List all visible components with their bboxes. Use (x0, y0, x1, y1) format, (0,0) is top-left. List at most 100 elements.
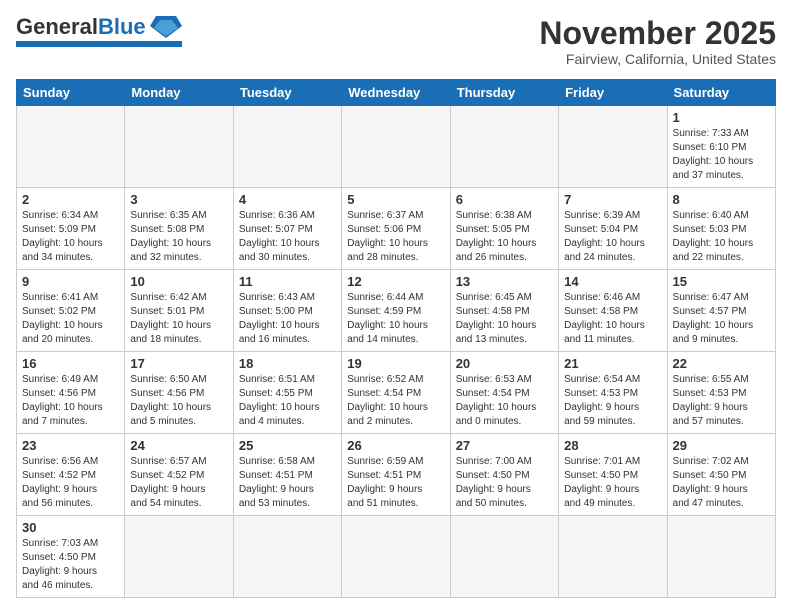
day-number: 2 (22, 192, 119, 207)
day-info: Sunrise: 6:51 AM Sunset: 4:55 PM Dayligh… (239, 373, 336, 429)
day-number: 5 (347, 192, 444, 207)
calendar-cell: 13Sunrise: 6:45 AM Sunset: 4:58 PM Dayli… (450, 270, 558, 352)
calendar-cell: 16 Sunrise: 6:49 AM Sunset: 4:56 PM Dayli… (17, 352, 125, 434)
calendar-cell: 10Sunrise: 6:42 AM Sunset: 5:01 PM Dayli… (125, 270, 233, 352)
day-number: 4 (239, 192, 336, 207)
day-info: Sunrise: 6:56 AM Sunset: 4:52 PM Dayligh… (22, 455, 119, 511)
calendar-week-row: 16 Sunrise: 6:49 AM Sunset: 4:56 PM Dayli… (17, 352, 776, 434)
day-info: Sunrise: 6:52 AM Sunset: 4:54 PM Dayligh… (347, 373, 444, 429)
day-number: 16 (22, 356, 119, 371)
calendar-cell: 30 Sunrise: 7:03 AM Sunset: 4:50 PM Dayli… (17, 516, 125, 598)
day-info: Sunrise: 6:55 AM Sunset: 4:53 PM Dayligh… (673, 373, 770, 429)
day-info: Sunrise: 6:36 AM Sunset: 5:07 PM Dayligh… (239, 209, 336, 265)
calendar-cell: 29Sunrise: 7:02 AM Sunset: 4:50 PM Dayli… (667, 434, 775, 516)
calendar-cell: 26 Sunrise: 6:59 AM Sunset: 4:51 PM Dayli… (342, 434, 450, 516)
day-info: Sunrise: 6:45 AM Sunset: 4:58 PM Dayligh… (456, 291, 553, 347)
logo-icon (150, 16, 182, 38)
calendar-cell (559, 106, 667, 188)
day-number: 28 (564, 438, 661, 453)
day-number: 19 (347, 356, 444, 371)
calendar-cell: 23Sunrise: 6:56 AM Sunset: 4:52 PM Dayli… (17, 434, 125, 516)
day-number: 30 (22, 520, 119, 535)
day-info: Sunrise: 6:38 AM Sunset: 5:05 PM Dayligh… (456, 209, 553, 265)
calendar-cell (233, 516, 341, 598)
day-number: 26 (347, 438, 444, 453)
day-info: Sunrise: 6:44 AM Sunset: 4:59 PM Dayligh… (347, 291, 444, 347)
calendar-cell: 7 Sunrise: 6:39 AM Sunset: 5:04 PM Daylig… (559, 188, 667, 270)
day-number: 18 (239, 356, 336, 371)
calendar-cell (125, 516, 233, 598)
day-info: Sunrise: 7:33 AM Sunset: 6:10 PM Dayligh… (673, 127, 770, 183)
calendar-cell: 27Sunrise: 7:00 AM Sunset: 4:50 PM Dayli… (450, 434, 558, 516)
day-info: Sunrise: 6:40 AM Sunset: 5:03 PM Dayligh… (673, 209, 770, 265)
page-header: GeneralBlue November 2025 Fairview, Cali… (16, 16, 776, 67)
calendar-cell: 18 Sunrise: 6:51 AM Sunset: 4:55 PM Dayli… (233, 352, 341, 434)
calendar-cell: 8 Sunrise: 6:40 AM Sunset: 5:03 PM Daylig… (667, 188, 775, 270)
weekday-header-monday: Monday (125, 80, 233, 106)
day-info: Sunrise: 6:35 AM Sunset: 5:08 PM Dayligh… (130, 209, 227, 265)
calendar-cell: 3 Sunrise: 6:35 AM Sunset: 5:08 PM Daylig… (125, 188, 233, 270)
day-number: 8 (673, 192, 770, 207)
day-number: 21 (564, 356, 661, 371)
calendar-cell: 12Sunrise: 6:44 AM Sunset: 4:59 PM Dayli… (342, 270, 450, 352)
calendar-week-row: 2 Sunrise: 6:34 AM Sunset: 5:09 PM Daylig… (17, 188, 776, 270)
day-number: 25 (239, 438, 336, 453)
day-info: Sunrise: 7:03 AM Sunset: 4:50 PM Dayligh… (22, 537, 119, 593)
calendar-cell: 25 Sunrise: 6:58 AM Sunset: 4:51 PM Dayli… (233, 434, 341, 516)
day-info: Sunrise: 6:58 AM Sunset: 4:51 PM Dayligh… (239, 455, 336, 511)
day-info: Sunrise: 6:47 AM Sunset: 4:57 PM Dayligh… (673, 291, 770, 347)
weekday-header-friday: Friday (559, 80, 667, 106)
calendar-cell: 2 Sunrise: 6:34 AM Sunset: 5:09 PM Daylig… (17, 188, 125, 270)
calendar-cell (342, 516, 450, 598)
day-number: 7 (564, 192, 661, 207)
day-info: Sunrise: 6:43 AM Sunset: 5:00 PM Dayligh… (239, 291, 336, 347)
calendar-cell: 4 Sunrise: 6:36 AM Sunset: 5:07 PM Daylig… (233, 188, 341, 270)
calendar-title: November 2025 (539, 16, 776, 51)
day-number: 1 (673, 110, 770, 125)
day-info: Sunrise: 6:59 AM Sunset: 4:51 PM Dayligh… (347, 455, 444, 511)
calendar-week-row: 9 Sunrise: 6:41 AM Sunset: 5:02 PM Daylig… (17, 270, 776, 352)
calendar-cell: 11Sunrise: 6:43 AM Sunset: 5:00 PM Dayli… (233, 270, 341, 352)
calendar-cell (17, 106, 125, 188)
calendar-cell: 19 Sunrise: 6:52 AM Sunset: 4:54 PM Dayli… (342, 352, 450, 434)
calendar-cell: 22Sunrise: 6:55 AM Sunset: 4:53 PM Dayli… (667, 352, 775, 434)
calendar-cell: 1 Sunrise: 7:33 AM Sunset: 6:10 PM Daylig… (667, 106, 775, 188)
day-number: 15 (673, 274, 770, 289)
calendar-cell: 21 Sunrise: 6:54 AM Sunset: 4:53 PM Dayli… (559, 352, 667, 434)
day-info: Sunrise: 6:49 AM Sunset: 4:56 PM Dayligh… (22, 373, 119, 429)
calendar-cell (450, 516, 558, 598)
calendar-cell: 9 Sunrise: 6:41 AM Sunset: 5:02 PM Daylig… (17, 270, 125, 352)
day-number: 29 (673, 438, 770, 453)
calendar-week-row: 1 Sunrise: 7:33 AM Sunset: 6:10 PM Daylig… (17, 106, 776, 188)
weekday-header-wednesday: Wednesday (342, 80, 450, 106)
calendar-cell (559, 516, 667, 598)
calendar-cell (125, 106, 233, 188)
day-info: Sunrise: 6:34 AM Sunset: 5:09 PM Dayligh… (22, 209, 119, 265)
calendar-subtitle: Fairview, California, United States (539, 51, 776, 67)
calendar-cell: 28 Sunrise: 7:01 AM Sunset: 4:50 PM Dayli… (559, 434, 667, 516)
day-number: 27 (456, 438, 553, 453)
day-number: 6 (456, 192, 553, 207)
weekday-header-row: SundayMondayTuesdayWednesdayThursdayFrid… (17, 80, 776, 106)
weekday-header-sunday: Sunday (17, 80, 125, 106)
day-info: Sunrise: 6:57 AM Sunset: 4:52 PM Dayligh… (130, 455, 227, 511)
day-info: Sunrise: 6:39 AM Sunset: 5:04 PM Dayligh… (564, 209, 661, 265)
calendar-week-row: 30 Sunrise: 7:03 AM Sunset: 4:50 PM Dayli… (17, 516, 776, 598)
weekday-header-thursday: Thursday (450, 80, 558, 106)
day-info: Sunrise: 6:46 AM Sunset: 4:58 PM Dayligh… (564, 291, 661, 347)
logo: GeneralBlue (16, 16, 182, 47)
logo-blue-bar (16, 41, 182, 47)
calendar-cell: 6 Sunrise: 6:38 AM Sunset: 5:05 PM Daylig… (450, 188, 558, 270)
day-number: 10 (130, 274, 227, 289)
day-info: Sunrise: 6:41 AM Sunset: 5:02 PM Dayligh… (22, 291, 119, 347)
day-number: 9 (22, 274, 119, 289)
calendar-cell: 14Sunrise: 6:46 AM Sunset: 4:58 PM Dayli… (559, 270, 667, 352)
day-info: Sunrise: 6:50 AM Sunset: 4:56 PM Dayligh… (130, 373, 227, 429)
logo-text: GeneralBlue (16, 16, 146, 38)
day-info: Sunrise: 7:01 AM Sunset: 4:50 PM Dayligh… (564, 455, 661, 511)
day-info: Sunrise: 6:53 AM Sunset: 4:54 PM Dayligh… (456, 373, 553, 429)
day-number: 24 (130, 438, 227, 453)
day-info: Sunrise: 6:54 AM Sunset: 4:53 PM Dayligh… (564, 373, 661, 429)
calendar-table: SundayMondayTuesdayWednesdayThursdayFrid… (16, 79, 776, 598)
day-number: 3 (130, 192, 227, 207)
